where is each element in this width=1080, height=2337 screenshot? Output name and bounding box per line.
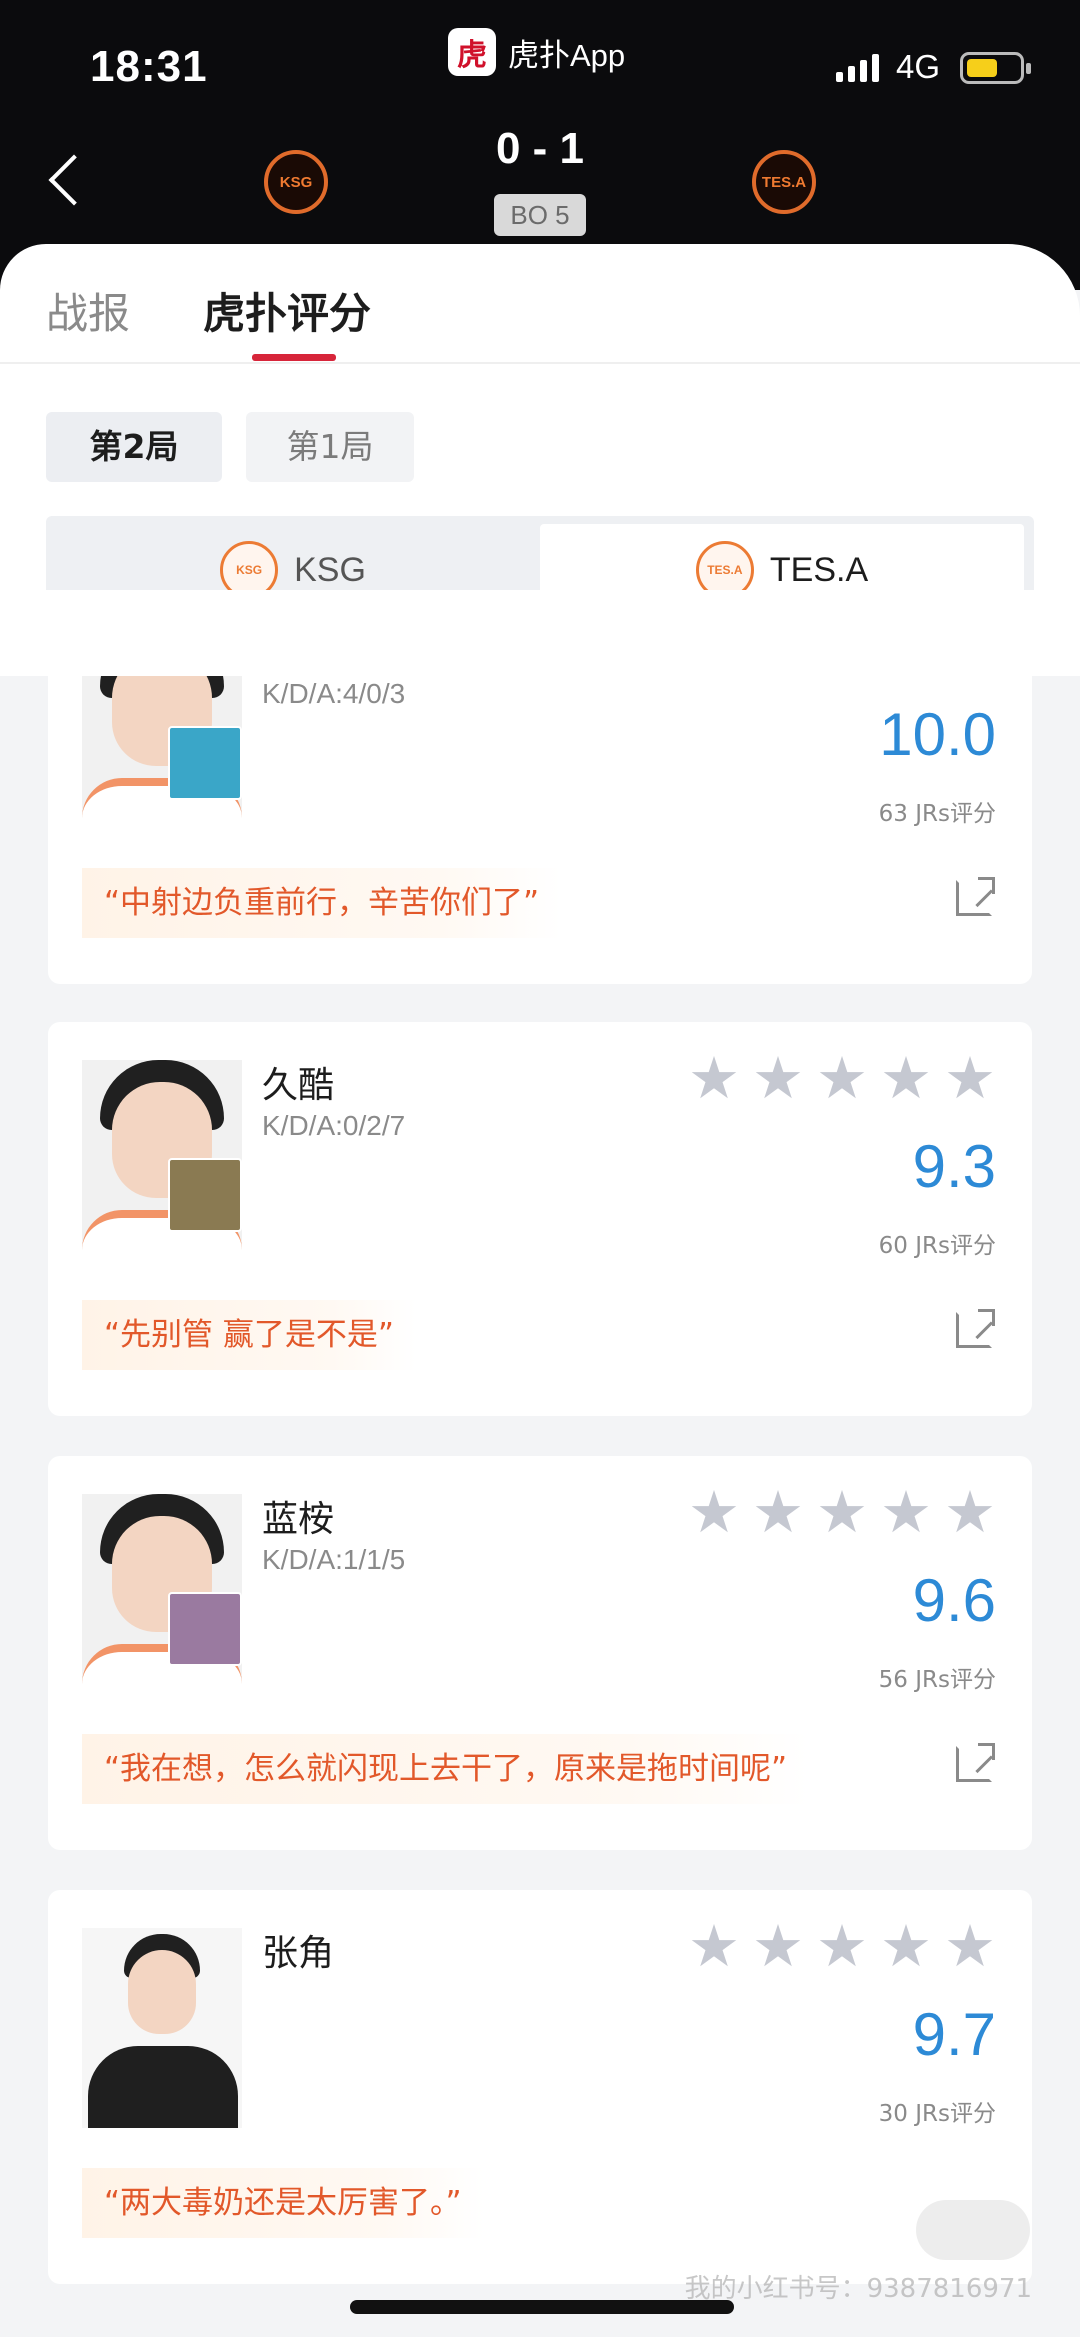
home-indicator[interactable] bbox=[350, 2300, 734, 2314]
player-kda: K/D/A:1/1/5 bbox=[262, 1544, 406, 1575]
tab-bar: 战报 虎扑评分 bbox=[0, 244, 1080, 364]
top-comment[interactable]: “我在想，怎么就闪现上去干了，原来是拖时间呢” bbox=[82, 1734, 810, 1804]
back-arrow-icon[interactable] bbox=[48, 154, 100, 206]
player-name: 蓝桉 bbox=[262, 1499, 335, 1540]
share-icon[interactable] bbox=[956, 1743, 995, 1782]
hero-avatar bbox=[168, 726, 242, 800]
panel-bottom-edge bbox=[0, 590, 1080, 676]
rating-count: 56 JRs评分 bbox=[878, 1667, 996, 1693]
player-card[interactable]: 久酷 K/D/A:0/2/7 ★ ★ ★ ★ ★ 9.3 60 JRs评分 “先别管 赢… bbox=[48, 1022, 1032, 1416]
star-icon[interactable]: ★ bbox=[752, 1483, 804, 1541]
tab-hupu-rating[interactable]: 虎扑评分 bbox=[203, 280, 371, 341]
star-icon[interactable]: ★ bbox=[944, 1917, 996, 1975]
watermark: 我的小红书号：9387816971 bbox=[684, 2274, 1032, 2304]
coach-card[interactable]: 张角 ★ ★ ★ ★ ★ 9.7 30 JRs评分 “两大毒奶还是太厉害了。” bbox=[48, 1890, 1032, 2284]
game-2-button[interactable]: 第2局 bbox=[46, 412, 222, 482]
player-rating: 9.6 bbox=[912, 1567, 996, 1634]
signal-icon bbox=[836, 54, 879, 82]
ksg-logo[interactable]: KSG bbox=[264, 150, 328, 214]
rating-count: 63 JRs评分 bbox=[878, 801, 996, 827]
team-name: TES.A bbox=[769, 550, 869, 589]
match-score: 0 - 1 bbox=[495, 124, 585, 173]
player-rating: 10.0 bbox=[879, 701, 996, 768]
star-icon[interactable]: ★ bbox=[752, 1917, 804, 1975]
star-icon[interactable]: ★ bbox=[816, 1483, 868, 1541]
app-name: 虎扑App bbox=[508, 37, 626, 73]
player-card[interactable]: 蓝桉 K/D/A:1/1/5 ★ ★ ★ ★ ★ 9.6 56 JRs评分 “我在想，怎… bbox=[48, 1456, 1032, 1850]
top-comment[interactable]: “两大毒奶还是太厉害了。” bbox=[82, 2168, 484, 2238]
player-kda: K/D/A:0/2/7 bbox=[262, 1110, 406, 1141]
top-comment[interactable]: “先别管 赢了是不是” bbox=[82, 1300, 416, 1370]
status-time: 18:31 bbox=[90, 42, 208, 91]
player-rating: 9.3 bbox=[912, 1133, 996, 1200]
star-icon[interactable]: ★ bbox=[816, 1049, 868, 1107]
coach-avatar bbox=[82, 1928, 242, 2128]
star-rating[interactable]: ★★★★★ bbox=[688, 1917, 996, 1975]
player-kda: K/D/A:4/0/3 bbox=[262, 678, 406, 709]
star-icon[interactable]: ★ bbox=[880, 1917, 932, 1975]
game-1-button[interactable]: 第1局 bbox=[246, 412, 414, 482]
star-icon[interactable]: ★ bbox=[944, 1483, 996, 1541]
floating-badge[interactable] bbox=[916, 2200, 1030, 2260]
rating-count: 60 JRs评分 bbox=[878, 1233, 996, 1259]
star-rating[interactable]: ★★★★★ bbox=[688, 1049, 996, 1107]
rating-count: 30 JRs评分 bbox=[878, 2101, 996, 2127]
hero-avatar bbox=[168, 1592, 242, 1666]
coach-rating: 9.7 bbox=[912, 2001, 996, 2068]
star-icon[interactable]: ★ bbox=[688, 1049, 740, 1107]
star-icon[interactable]: ★ bbox=[880, 1483, 932, 1541]
tab-battle-report[interactable]: 战报 bbox=[46, 280, 130, 341]
battery-icon bbox=[960, 52, 1031, 84]
status-bar: 18:31 虎 虎扑App 4G bbox=[0, 0, 1080, 130]
star-rating[interactable]: ★★★★★ bbox=[688, 1483, 996, 1541]
share-icon[interactable] bbox=[956, 877, 995, 916]
tes-logo[interactable]: TES.A bbox=[752, 150, 816, 214]
match-format-badge: BO 5 bbox=[494, 194, 586, 236]
star-icon[interactable]: ★ bbox=[816, 1917, 868, 1975]
app-indicator[interactable]: 虎 虎扑App bbox=[448, 28, 625, 76]
hero-avatar bbox=[168, 1158, 242, 1232]
coach-name: 张角 bbox=[262, 1933, 335, 1974]
top-comment[interactable]: “中射边负重前行，辛苦你们了” bbox=[82, 868, 562, 938]
star-icon[interactable]: ★ bbox=[880, 1049, 932, 1107]
network-type: 4G bbox=[896, 48, 941, 85]
team-name: KSG bbox=[294, 550, 366, 589]
player-name: 久酷 bbox=[262, 1065, 335, 1106]
star-icon[interactable]: ★ bbox=[944, 1049, 996, 1107]
active-tab-indicator bbox=[252, 354, 336, 361]
star-icon[interactable]: ★ bbox=[688, 1917, 740, 1975]
star-icon[interactable]: ★ bbox=[688, 1483, 740, 1541]
share-icon[interactable] bbox=[956, 1309, 995, 1348]
hupu-logo-icon: 虎 bbox=[448, 28, 496, 76]
star-icon[interactable]: ★ bbox=[752, 1049, 804, 1107]
